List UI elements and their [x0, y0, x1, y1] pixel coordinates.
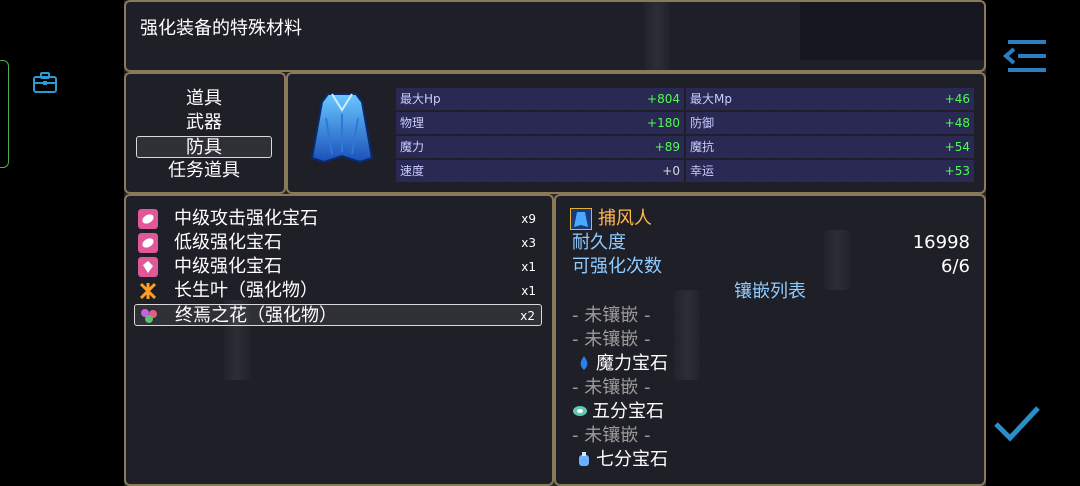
item-name: 终焉之花（强化物）	[175, 305, 337, 326]
stat-value: +48	[944, 116, 970, 130]
category-items[interactable]: 道具	[136, 88, 272, 110]
socket-empty: - 未镶嵌 -	[572, 305, 651, 326]
stat-label: 最大Hp	[400, 92, 441, 106]
socket-empty: - 未镶嵌 -	[572, 377, 651, 398]
stat-speed: 速度 +0	[396, 160, 684, 182]
item-name: 中级强化宝石	[174, 256, 282, 277]
socket-empty: - 未镶嵌 -	[572, 329, 651, 350]
socket-filled: 魔力宝石	[576, 353, 668, 375]
pink-gem-icon	[138, 209, 158, 229]
pink-gem-icon	[138, 233, 158, 253]
stat-value: +804	[647, 92, 680, 106]
socket-empty: - 未镶嵌 -	[572, 425, 651, 446]
stat-max-mp: 最大Mp +46	[686, 88, 974, 110]
list-item[interactable]: 中级强化宝石 x1	[134, 256, 542, 278]
stat-attack: 物理 +180	[396, 112, 684, 134]
stat-value: +89	[654, 140, 680, 154]
stat-magic: 魔力 +89	[396, 136, 684, 158]
stat-value: +0	[662, 164, 680, 178]
socket-filled: 七分宝石	[576, 449, 668, 471]
blue-cloak-icon	[570, 208, 592, 230]
item-count: x9	[521, 212, 536, 226]
swirl-gem-icon	[573, 406, 587, 416]
socket-filled: 五分宝石	[572, 401, 664, 423]
blue-drop-gem-icon	[580, 356, 588, 370]
stat-label: 魔抗	[690, 140, 715, 154]
stat-luck: 幸运 +53	[686, 160, 974, 182]
enhance-count-value: 6/6	[941, 256, 970, 277]
item-name: 低级强化宝石	[174, 232, 282, 253]
category-weapons[interactable]: 武器	[136, 112, 272, 134]
flower-icon	[141, 309, 157, 323]
stat-value: +53	[944, 164, 970, 178]
stat-defense: 防御 +48	[686, 112, 974, 134]
menu-collapse-icon[interactable]	[1002, 38, 1048, 74]
socket-list-header: 镶嵌列表	[734, 281, 806, 302]
help-text: 强化装备的特殊材料	[140, 18, 302, 39]
pink-crystal-icon	[138, 257, 158, 277]
confirm-check-icon[interactable]	[992, 404, 1042, 444]
orange-leaf-icon	[139, 282, 157, 300]
item-name: 长生叶（强化物）	[174, 280, 318, 301]
list-item[interactable]: 终焉之花（强化物） x2	[134, 304, 542, 326]
item-detail-window: 捕风人 耐久度 16998 可强化次数 6/6 镶嵌列表 - 未镶嵌 - - 未…	[554, 194, 986, 486]
list-item[interactable]: 中级攻击强化宝石 x9	[134, 208, 542, 230]
stat-magic-defense: 魔抗 +54	[686, 136, 974, 158]
item-count: x2	[520, 309, 535, 323]
stat-max-hp: 最大Hp +804	[396, 88, 684, 110]
stat-label: 魔力	[400, 140, 425, 154]
category-window: 道具 武器 防具 任务道具	[124, 72, 286, 194]
socket-gem-name: 魔力宝石	[596, 353, 668, 374]
briefcase-icon[interactable]	[32, 70, 58, 94]
blue-cloak-icon	[310, 93, 374, 164]
stat-label: 物理	[400, 116, 425, 130]
equip-name: 捕风人	[598, 208, 652, 229]
list-item[interactable]: 低级强化宝石 x3	[134, 232, 542, 254]
help-window: 强化装备的特殊材料	[124, 0, 986, 72]
stat-value: +180	[647, 116, 680, 130]
item-count: x1	[521, 260, 536, 274]
socket-gem-name: 七分宝石	[596, 449, 668, 470]
socket-gem-name: 五分宝石	[592, 401, 664, 422]
stat-label: 幸运	[690, 164, 715, 178]
stat-label: 速度	[400, 164, 425, 178]
durability-label: 耐久度	[572, 232, 626, 253]
list-item[interactable]: 长生叶（强化物） x1	[134, 280, 542, 302]
stat-label: 最大Mp	[690, 92, 732, 106]
item-count: x3	[521, 236, 536, 250]
equip-stats-window: 最大Hp +804 最大Mp +46 物理 +180 防御 +48 魔力 +89…	[286, 72, 986, 194]
blue-bottle-gem-icon	[579, 452, 589, 466]
category-armor[interactable]: 防具	[136, 136, 272, 158]
stat-label: 防御	[690, 116, 715, 130]
side-panel-tab[interactable]	[0, 60, 9, 168]
stat-value: +46	[944, 92, 970, 106]
item-list-window: 中级攻击强化宝石 x9 低级强化宝石 x3 中级强化宝石 x1 长生叶（强化物）…	[124, 194, 554, 486]
durability-value: 16998	[912, 232, 970, 253]
category-key-items[interactable]: 任务道具	[136, 160, 272, 182]
item-count: x1	[521, 284, 536, 298]
enhance-count-label: 可强化次数	[572, 256, 662, 277]
item-name: 中级攻击强化宝石	[174, 208, 318, 229]
stat-value: +54	[944, 140, 970, 154]
